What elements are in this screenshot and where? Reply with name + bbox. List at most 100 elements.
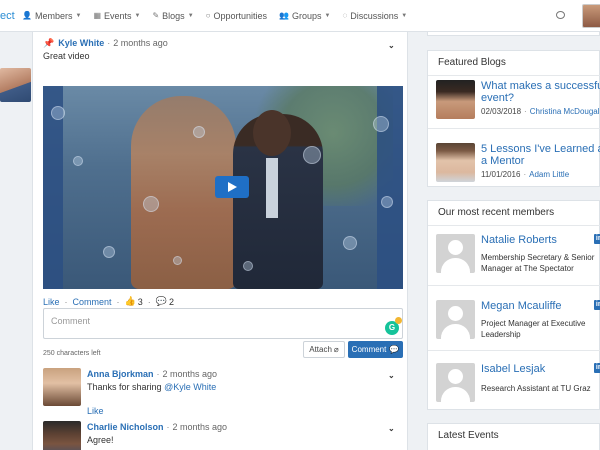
reply-like-link[interactable]: Like <box>87 406 104 416</box>
activity-feed: 📌 Kyle White · 2 months ago ⌄ Great video L… <box>32 32 408 450</box>
chat-icon: ◌ <box>342 11 348 20</box>
chevron-down-icon: ▼ <box>187 12 194 19</box>
avatar[interactable] <box>436 234 475 273</box>
avatar[interactable] <box>43 368 81 406</box>
avatar[interactable] <box>436 363 475 402</box>
panel-title: Our most recent members <box>438 207 555 218</box>
reply-author-link[interactable]: Charlie Nicholson <box>87 422 164 432</box>
reply-timestamp: 2 months ago <box>162 369 218 379</box>
right-sidebar: Featured Blogs What makes a successful e… <box>427 32 600 450</box>
blog-title-link[interactable]: What makes a successful event? <box>481 80 600 104</box>
reply-text: Thanks for sharing @Kyle White <box>87 382 217 392</box>
blog-author-link[interactable]: Adam Little <box>529 170 569 179</box>
member-name-link[interactable]: Natalie Roberts <box>481 234 557 246</box>
pin-icon: 📌 <box>43 38 55 48</box>
nav-blogs-label: Blogs <box>162 10 185 21</box>
comment-link[interactable]: Comment <box>73 297 112 307</box>
chevron-down-icon: ▼ <box>134 12 141 19</box>
post-author-link[interactable]: Kyle White <box>58 38 104 48</box>
blog-item[interactable]: What makes a successful event? 02/03/201… <box>436 80 600 120</box>
post-actions: Like · Comment · 👍 3 · 💬 2 <box>43 296 174 307</box>
reply-item: Anna Bjorkman · 2 months ago Thanks for sh… <box>43 368 403 418</box>
mention-link[interactable]: @Kyle White <box>164 382 216 392</box>
panel-title: Latest Events <box>438 430 499 441</box>
nav-discussions-label: Discussions <box>350 10 399 21</box>
nav-blogs[interactable]: ✎ Blogs ▼ <box>152 11 193 21</box>
comments-count: 2 <box>168 296 174 307</box>
comment-input[interactable] <box>51 314 351 328</box>
attach-button[interactable]: Attach ⌀ <box>303 341 345 358</box>
avatar[interactable] <box>436 300 475 339</box>
play-icon[interactable] <box>215 176 249 198</box>
featured-blogs-panel: Featured Blogs What makes a successful e… <box>427 50 600 187</box>
avatar[interactable] <box>0 68 31 102</box>
chevron-down-icon: ▼ <box>324 12 331 19</box>
brand-logo-text[interactable]: ect <box>0 10 22 22</box>
post-header: 📌 Kyle White · 2 months ago <box>43 38 168 48</box>
likes-count: 3 <box>137 296 143 307</box>
member-item[interactable]: Megan Mcauliffe Project Manager at Execu… <box>436 300 600 342</box>
like-link[interactable]: Like <box>43 297 60 307</box>
blog-meta: 02/03/2018 · Christina McDougall <box>481 107 600 116</box>
comment-submit-button[interactable]: Comment 💬 <box>348 341 403 358</box>
member-name-link[interactable]: Isabel Lesjak <box>481 363 545 375</box>
nav-members-label: Members <box>34 10 73 21</box>
nav-opportunities-label: Opportunities <box>213 10 268 21</box>
member-role: Membership Secretary & Senior Manager at… <box>481 253 595 273</box>
blog-author-link[interactable]: Christina McDougall <box>530 107 600 116</box>
thumbs-up-icon: 👍 <box>124 296 136 306</box>
messages-icon[interactable] <box>556 11 565 19</box>
nav-members[interactable]: 👤 Members ▼ <box>22 11 81 21</box>
nav-events-label: Events <box>104 10 132 21</box>
reply-options-chevron-icon[interactable]: ⌄ <box>388 424 395 433</box>
linkedin-icon[interactable]: in <box>594 234 600 244</box>
blog-meta: 11/01/2016 · Adam Little <box>481 170 570 179</box>
nav-events[interactable]: ▦ Events ▼ <box>93 11 140 21</box>
video-player[interactable] <box>43 86 403 289</box>
comment-box: G <box>43 308 403 339</box>
reply-text: Agree! <box>87 435 114 445</box>
member-role: Project Manager at Executive Leadership <box>481 319 586 339</box>
nav-groups[interactable]: 👥 Groups ▼ <box>279 11 330 21</box>
nav-opportunities[interactable]: ○ Opportunities <box>206 11 267 21</box>
comment-icon: 💬 <box>155 296 167 306</box>
pencil-icon: ✎ <box>152 11 160 20</box>
member-item[interactable]: Natalie Roberts Membership Secretary & S… <box>436 234 600 276</box>
blog-title-link[interactable]: 5 Lessons I've Learned as a Mentor <box>481 143 600 167</box>
chevron-down-icon: ▼ <box>401 12 408 19</box>
comment-button-label: Comment <box>351 345 387 354</box>
user-avatar[interactable] <box>582 4 600 28</box>
blog-thumbnail[interactable] <box>436 143 475 182</box>
calendar-icon: ▦ <box>93 11 101 20</box>
bulb-icon: ○ <box>205 11 211 20</box>
top-navigation: ect 👤 Members ▼ ▦ Events ▼ ✎ Blogs ▼ ○ O… <box>0 0 600 32</box>
speech-bubble-icon: 💬 <box>389 345 400 354</box>
post-options-chevron-icon[interactable]: ⌄ <box>388 41 395 50</box>
attach-label: Attach <box>309 345 332 354</box>
member-item[interactable]: Isabel Lesjak Research Assistant at TU G… <box>436 363 600 405</box>
latest-events-panel: Latest Events <box>427 423 600 450</box>
member-role: Research Assistant at TU Graz <box>481 384 591 393</box>
post-timestamp: 2 months ago <box>113 38 168 48</box>
nav-discussions[interactable]: ◌ Discussions ▼ <box>342 11 407 21</box>
characters-left: 250 characters left <box>43 350 101 357</box>
linkedin-icon[interactable]: in <box>594 363 600 373</box>
blog-item[interactable]: 5 Lessons I've Learned as a Mentor 11/01… <box>436 143 600 183</box>
post-text: Great video <box>43 51 90 61</box>
nav-groups-label: Groups <box>291 10 322 21</box>
left-gutter <box>0 32 32 450</box>
reply-timestamp: 2 months ago <box>172 422 228 432</box>
reply-author-link[interactable]: Anna Bjorkman <box>87 369 154 379</box>
linkedin-icon[interactable]: in <box>594 300 600 310</box>
reply-options-chevron-icon[interactable]: ⌄ <box>388 371 395 380</box>
member-name-link[interactable]: Megan Mcauliffe <box>481 300 562 312</box>
avatar[interactable] <box>43 421 81 450</box>
groups-icon: 👥 <box>279 11 289 20</box>
members-icon: 👤 <box>22 11 32 20</box>
grammarly-badge <box>395 317 402 324</box>
reply-item: Charlie Nicholson · 2 months ago Agree! ⌄ <box>43 421 403 450</box>
paperclip-icon: ⌀ <box>333 345 339 354</box>
blog-thumbnail[interactable] <box>436 80 475 119</box>
recent-members-panel: Our most recent members Natalie Roberts … <box>427 200 600 410</box>
panel-title: Featured Blogs <box>438 57 506 68</box>
